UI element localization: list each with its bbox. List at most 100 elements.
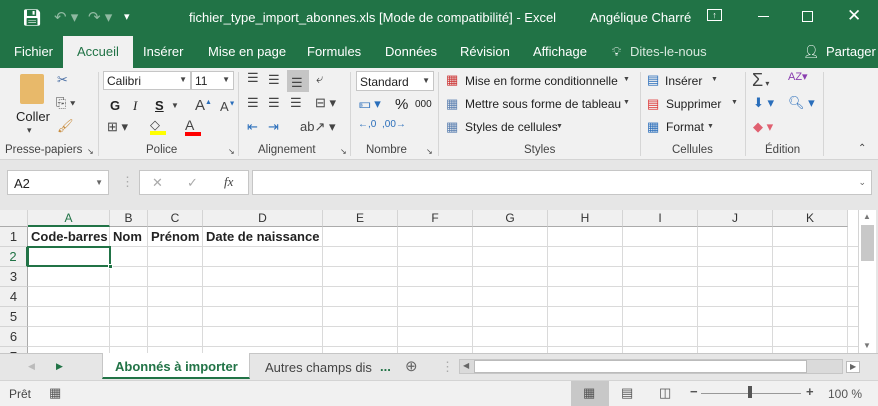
- share-icon[interactable]: 👤︎: [803, 44, 820, 60]
- page-layout-view-icon[interactable]: ▤: [621, 386, 633, 399]
- scroll-right-icon[interactable]: ▶: [846, 361, 861, 373]
- decrease-decimal-icon[interactable]: ,00→: [382, 120, 406, 130]
- fill-color-icon[interactable]: ◇: [150, 118, 166, 135]
- spreadsheet-grid[interactable]: ABCDEFGHIJK1234567Code-barresNomPrénomDa…: [0, 210, 858, 353]
- cancel-icon[interactable]: ✕: [152, 176, 163, 189]
- add-sheet-icon[interactable]: ⊕: [405, 359, 418, 374]
- cell-row1[interactable]: Date de naissance: [203, 227, 319, 247]
- formula-input[interactable]: ⌄: [252, 170, 872, 195]
- wrap-text-icon[interactable]: ⤶: [316, 72, 323, 85]
- alignment-launcher-icon[interactable]: ↘: [340, 148, 347, 156]
- bold-button[interactable]: G: [110, 98, 120, 113]
- cut-icon[interactable]: ✂: [57, 73, 68, 86]
- row-header[interactable]: 2: [0, 247, 28, 267]
- scroll-left-icon[interactable]: ◀: [463, 362, 469, 370]
- center-icon[interactable]: ☰: [268, 96, 280, 109]
- borders-icon[interactable]: ⊞ ▾: [107, 120, 128, 133]
- customize-toolbar-icon[interactable]: ▾: [124, 10, 130, 23]
- clear-icon[interactable]: ◆ ▾: [753, 120, 773, 133]
- column-header[interactable]: K: [773, 210, 848, 227]
- font-name-select[interactable]: Calibri ▼: [103, 71, 191, 90]
- cell-row1[interactable]: Prénom: [148, 227, 199, 247]
- close-button[interactable]: ✕: [847, 6, 861, 26]
- format-cells-button[interactable]: Format: [666, 120, 704, 134]
- selected-cell[interactable]: [27, 246, 111, 267]
- merge-center-icon[interactable]: ⊟ ▾: [315, 96, 336, 109]
- copy-icon[interactable]: ⎘ ▾: [56, 96, 75, 109]
- undo-icon[interactable]: ↶ ▾: [54, 8, 78, 26]
- increase-decimal-icon[interactable]: ←,0: [358, 120, 376, 130]
- underline-dropdown-icon[interactable]: ▼: [171, 102, 179, 110]
- horizontal-scrollbar[interactable]: ◀: [459, 359, 843, 374]
- enter-icon[interactable]: ✓: [187, 176, 198, 189]
- paste-button[interactable]: Coller: [16, 109, 50, 124]
- comma-style-button[interactable]: 000: [415, 99, 432, 110]
- italic-button[interactable]: I: [133, 98, 137, 114]
- vertical-scrollbar[interactable]: ▲ ▼: [858, 210, 876, 353]
- tab-formules[interactable]: Formules: [307, 44, 361, 59]
- tab-accueil[interactable]: Accueil: [63, 36, 133, 68]
- zoom-slider-thumb[interactable]: [748, 386, 752, 398]
- collapse-ribbon-icon[interactable]: ⌃: [858, 144, 866, 154]
- tab-fichier[interactable]: Fichier: [14, 44, 53, 59]
- decrease-indent-icon[interactable]: ⇤: [247, 120, 258, 133]
- cell-styles-button[interactable]: Styles de cellules: [465, 120, 558, 134]
- macro-record-icon[interactable]: ▦: [49, 386, 61, 399]
- row-header[interactable]: 6: [0, 327, 28, 347]
- number-format-select[interactable]: Standard ▼: [356, 71, 434, 91]
- underline-button[interactable]: S: [155, 98, 164, 113]
- page-break-view-icon[interactable]: ◫: [659, 386, 671, 399]
- expand-formula-icon[interactable]: ⌄: [858, 178, 866, 187]
- font-color-icon[interactable]: A: [185, 118, 201, 136]
- font-launcher-icon[interactable]: ↘: [228, 148, 235, 156]
- paste-icon[interactable]: [20, 74, 44, 104]
- minimize-button[interactable]: [758, 16, 769, 17]
- drag-handle-icon[interactable]: ⋮: [121, 175, 134, 188]
- column-header[interactable]: G: [473, 210, 548, 227]
- sheet-tab-other[interactable]: Autres champs dis: [265, 360, 372, 375]
- align-bottom-icon[interactable]: ☰: [287, 70, 309, 92]
- insert-cells-button[interactable]: Insérer: [665, 74, 702, 88]
- accounting-format-icon[interactable]: 💵︎ ▾: [359, 97, 381, 110]
- column-header[interactable]: C: [148, 210, 203, 227]
- more-sheets-button[interactable]: ...: [380, 359, 391, 374]
- scroll-down-icon[interactable]: ▼: [863, 342, 871, 350]
- clipboard-launcher-icon[interactable]: ↘: [87, 148, 94, 156]
- row-header[interactable]: 1: [0, 227, 28, 247]
- fill-handle[interactable]: [108, 264, 113, 269]
- scroll-sheets-right-icon[interactable]: ▶: [56, 362, 63, 371]
- redo-icon[interactable]: ↷ ▾: [88, 8, 112, 26]
- tab-revision[interactable]: Révision: [460, 44, 510, 59]
- normal-view-button[interactable]: ▦: [571, 381, 609, 406]
- scroll-up-icon[interactable]: ▲: [863, 213, 871, 221]
- zoom-level[interactable]: 100 %: [828, 387, 862, 401]
- zoom-in-button[interactable]: +: [806, 385, 814, 398]
- name-box[interactable]: A2 ▼: [7, 170, 109, 195]
- maximize-button[interactable]: [802, 11, 813, 22]
- sheet-tab-active[interactable]: Abonnés à importer: [102, 353, 250, 379]
- paste-dropdown-icon[interactable]: ▾: [27, 126, 32, 135]
- orientation-icon[interactable]: ab↗ ▾: [300, 120, 336, 133]
- align-left-icon[interactable]: ☰: [247, 96, 259, 109]
- column-header[interactable]: I: [623, 210, 698, 227]
- conditional-formatting-button[interactable]: Mise en forme conditionnelle: [465, 74, 618, 88]
- align-middle-icon[interactable]: ☰: [268, 73, 280, 86]
- horizontal-scroll-thumb[interactable]: [474, 360, 807, 373]
- autosum-icon[interactable]: Σ ▾: [752, 71, 769, 89]
- cell-row1[interactable]: Nom: [110, 227, 142, 247]
- column-header[interactable]: E: [323, 210, 398, 227]
- zoom-out-button[interactable]: −: [690, 385, 698, 398]
- align-top-icon[interactable]: ☰: [247, 71, 259, 84]
- fill-icon[interactable]: ⬇ ▾: [753, 96, 774, 109]
- font-size-select[interactable]: 11 ▼: [191, 71, 234, 90]
- format-painter-icon[interactable]: 🖌︎: [57, 119, 74, 132]
- sort-filter-icon[interactable]: AZ▾: [788, 72, 808, 83]
- decrease-font-icon[interactable]: A▼: [220, 100, 236, 113]
- increase-indent-icon[interactable]: ⇥: [268, 120, 279, 133]
- format-as-table-button[interactable]: Mettre sous forme de tableau: [465, 97, 621, 111]
- tab-affichage[interactable]: Affichage: [533, 44, 587, 59]
- number-launcher-icon[interactable]: ↘: [426, 148, 433, 156]
- column-header[interactable]: A: [28, 210, 110, 227]
- column-header[interactable]: D: [203, 210, 323, 227]
- column-header[interactable]: J: [698, 210, 773, 227]
